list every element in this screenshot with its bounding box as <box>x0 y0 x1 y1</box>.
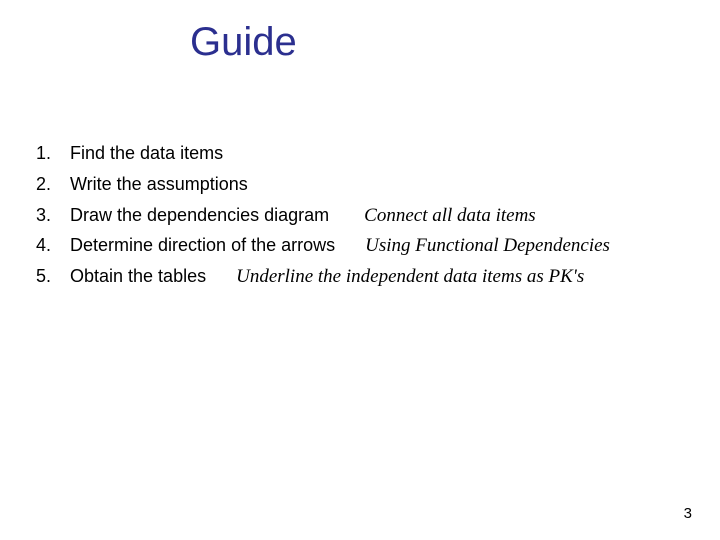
page-number: 3 <box>684 505 692 522</box>
list-item: 4. Determine direction of the arrows Usi… <box>36 234 680 258</box>
item-text: Determine direction of the arrows <box>70 235 365 255</box>
item-number: 2. <box>36 173 70 196</box>
item-number: 3. <box>36 204 70 227</box>
item-body: Obtain the tables Underline the independ… <box>70 265 584 289</box>
item-note: Underline the independent data items as … <box>236 266 584 287</box>
list-item: 1. Find the data items <box>36 142 680 166</box>
list-item: 5. Obtain the tables Underline the indep… <box>36 265 680 289</box>
item-number: 1. <box>36 142 70 165</box>
item-text: Draw the dependencies diagram <box>70 205 364 225</box>
item-body: Draw the dependencies diagram Connect al… <box>70 204 536 228</box>
item-number: 5. <box>36 265 70 288</box>
guide-list: 1. Find the data items 2. Write the assu… <box>36 142 680 296</box>
item-body: Write the assumptions <box>70 173 248 197</box>
item-text: Obtain the tables <box>70 266 236 286</box>
slide-title: Guide <box>190 20 297 65</box>
item-number: 4. <box>36 234 70 257</box>
item-note: Connect all data items <box>364 205 536 226</box>
item-text: Write the assumptions <box>70 174 248 194</box>
item-text: Find the data items <box>70 143 223 163</box>
item-body: Find the data items <box>70 142 223 166</box>
item-body: Determine direction of the arrows Using … <box>70 234 610 258</box>
list-item: 2. Write the assumptions <box>36 173 680 197</box>
item-note: Using Functional Dependencies <box>365 235 610 256</box>
list-item: 3. Draw the dependencies diagram Connect… <box>36 204 680 228</box>
